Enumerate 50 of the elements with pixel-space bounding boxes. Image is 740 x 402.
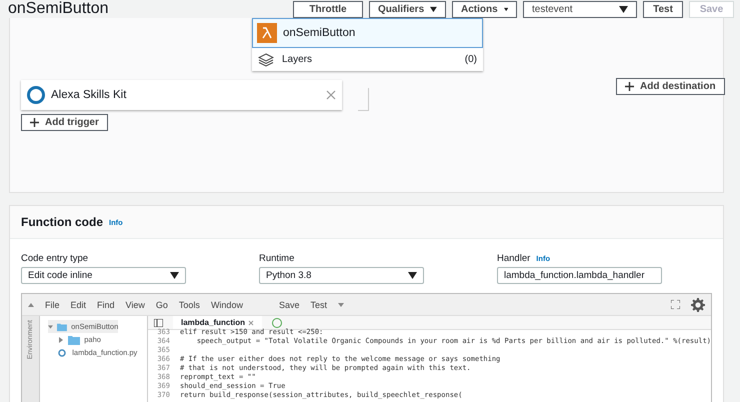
test-menu-item[interactable]: Test [310, 300, 327, 310]
panel-icon[interactable] [154, 318, 163, 326]
file-tab[interactable]: lambda_function [172, 316, 262, 329]
connector-line [358, 88, 369, 111]
layers-icon [258, 52, 274, 66]
layers-row[interactable]: Layers (0) [252, 48, 483, 71]
settings-icon[interactable] [691, 298, 705, 312]
page-title: onSemiButton [8, 0, 110, 18]
caret-icon [170, 272, 179, 279]
ring-icon [27, 86, 45, 104]
menu-item[interactable]: Edit [70, 300, 86, 310]
expand-caret-icon[interactable] [48, 324, 54, 330]
menu-item[interactable]: Tools [178, 300, 200, 310]
trigger-card[interactable]: Alexa Skills Kit [21, 80, 342, 110]
select-field[interactable]: Python 3.8 [259, 267, 424, 284]
folder-icon [57, 322, 68, 332]
fullscreen-icon[interactable] [671, 300, 680, 309]
function-node[interactable]: onSemiButton [252, 18, 483, 48]
close-icon[interactable] [248, 320, 254, 326]
add-trigger-button[interactable]: Add trigger [21, 114, 108, 131]
header-button[interactable]: Test [643, 0, 683, 18]
caret-icon [430, 6, 437, 12]
file-icon [58, 348, 68, 356]
collapsed-caret-icon[interactable] [58, 336, 64, 342]
add-tab-icon[interactable] [272, 318, 282, 328]
field-label: Handler [497, 252, 530, 264]
field-label: Runtime [259, 252, 294, 264]
collapse-caret-icon[interactable] [28, 302, 34, 308]
input-field[interactable]: lambda_function.lambda_handler [497, 267, 662, 284]
menu-item[interactable]: Find [97, 300, 115, 310]
menu-item[interactable]: Go [156, 300, 168, 310]
menu-item[interactable]: Window [210, 300, 243, 310]
caret-icon [619, 6, 628, 12]
save-menu-item[interactable]: Save [278, 300, 300, 310]
select-field[interactable]: Edit code inline [21, 267, 186, 284]
expand-caret-icon[interactable] [338, 302, 344, 308]
header-button[interactable]: Throttle [293, 0, 363, 18]
plus-icon [625, 82, 634, 91]
menu-item[interactable]: File [45, 300, 60, 310]
caret-icon [504, 6, 508, 12]
header-button[interactable]: Actions [452, 0, 517, 18]
event-select[interactable]: testevent [523, 0, 637, 18]
menu-item[interactable]: View [126, 300, 145, 310]
field-label: Code entry type [21, 252, 88, 264]
caret-icon [408, 272, 417, 279]
add-destination-button[interactable]: Add destination [616, 78, 725, 95]
lambda-icon [257, 23, 277, 43]
header-button[interactable]: Qualifiers [369, 0, 446, 18]
plus-icon [30, 118, 39, 127]
section-title: Function code [21, 215, 103, 229]
